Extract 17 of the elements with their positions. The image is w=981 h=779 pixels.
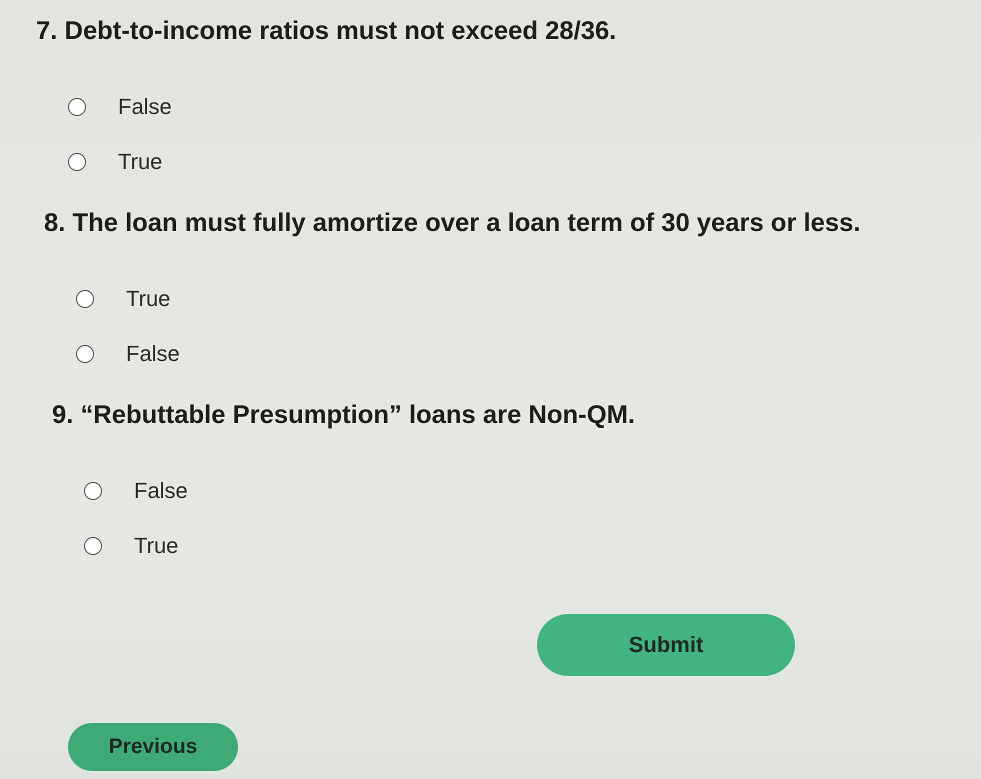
question-text: 8. The loan must fully amortize over a loan term of 30 years or less. [44,208,860,238]
radio-button[interactable] [76,344,94,362]
option-label[interactable]: True [134,532,178,558]
option-label[interactable]: False [126,340,180,366]
option-label[interactable]: False [118,94,172,120]
radio-button[interactable] [68,152,86,170]
question-text: 7. Debt-to-income ratios must not exceed 28/36. [36,16,616,46]
radio-button[interactable] [84,482,102,500]
radio-button[interactable] [68,98,86,116]
option-label[interactable]: True [118,148,162,174]
submit-button[interactable]: Submit [537,614,795,676]
radio-button[interactable] [76,290,94,308]
question-text: 9. “Rebuttable Presumption” loans are Non-QM. [52,400,636,430]
previous-button[interactable]: Previous [68,723,238,771]
option-label[interactable]: True [126,286,170,312]
radio-button[interactable] [84,536,102,554]
option-label[interactable]: False [134,478,188,504]
